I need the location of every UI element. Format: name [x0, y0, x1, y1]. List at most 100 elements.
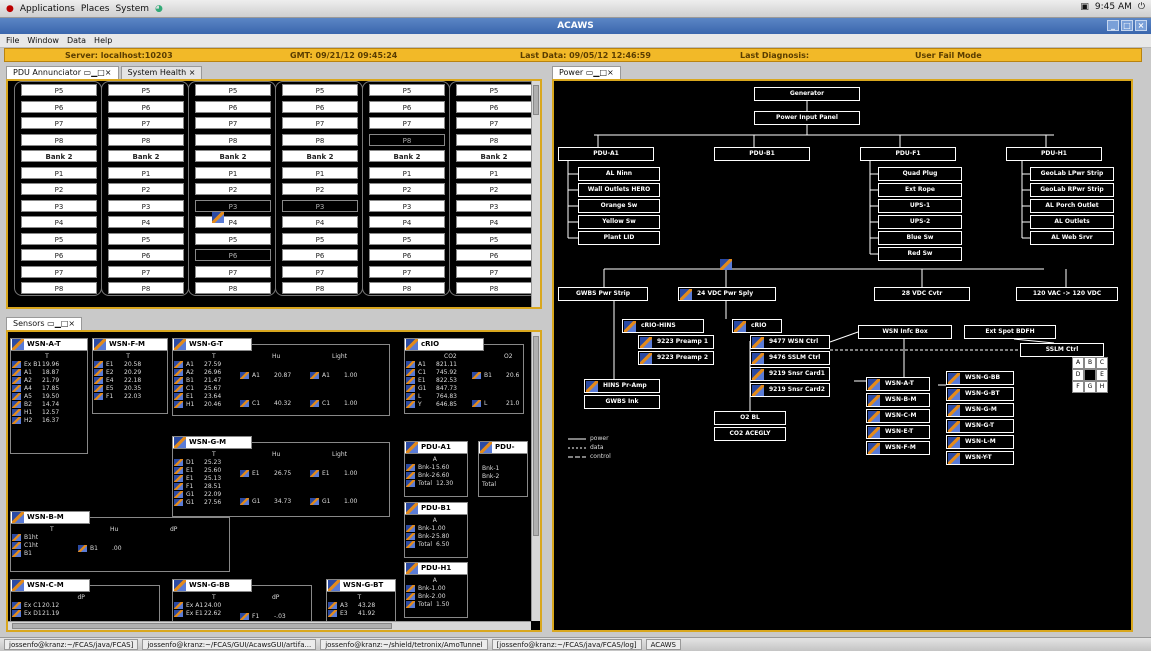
pdu-outlet-cell[interactable]: P8	[21, 133, 97, 146]
grid-cell[interactable]: H	[1096, 381, 1108, 393]
pdu-node-2[interactable]: PDU-F1	[860, 147, 956, 161]
load-node[interactable]: AL Web Srvr	[1030, 231, 1114, 245]
pdu-outlet-cell[interactable]: Bank 2	[108, 150, 184, 162]
pdu-outlet-cell[interactable]: P6	[456, 100, 532, 113]
pdu-outlet-cell[interactable]: P6	[108, 100, 184, 113]
gwbs-pwr-strip-node[interactable]: GWBS Pwr Strip	[558, 287, 648, 301]
pdu-outlet-cell[interactable]: P7	[21, 117, 97, 129]
ext-spot-node[interactable]: Ext Spot BDFH	[964, 325, 1056, 339]
maximize-button[interactable]: □	[1121, 20, 1133, 31]
load-node[interactable]: Yellow Sw	[578, 215, 660, 229]
task-terminal-1[interactable]: jossenfo@kranz:~/FCAS/java/FCAS]	[4, 639, 139, 650]
pdu-outlet-cell[interactable]: P1	[21, 166, 97, 179]
pdu-outlet-cell[interactable]: P8	[108, 133, 184, 146]
pdu-node-3[interactable]: PDU-H1	[1006, 147, 1102, 161]
pdu-outlet-cell[interactable]: P6	[282, 249, 358, 261]
pdu-outlet-cell[interactable]: P4	[282, 216, 358, 228]
pdu-outlet-cell[interactable]: P7	[108, 117, 184, 129]
clock[interactable]: 9:45 AM	[1095, 2, 1132, 12]
pdu-outlet-cell[interactable]: P5	[456, 232, 532, 245]
pdu-outlet-cell[interactable]: P5	[21, 232, 97, 245]
sslm-ctrl-node[interactable]: SSLM Ctrl	[1020, 343, 1104, 357]
load-node[interactable]: GeoLab LPwr Strip	[1030, 167, 1114, 181]
pdu-outlet-cell[interactable]: P8	[369, 133, 445, 146]
pdu-outlet-cell[interactable]: P3	[21, 199, 97, 212]
places-menu[interactable]: Places	[81, 4, 110, 14]
pdu-outlet-cell[interactable]: P7	[282, 265, 358, 278]
pdu-outlet-cell[interactable]: P6	[456, 249, 532, 261]
pdu-outlet-cell[interactable]: P2	[195, 183, 271, 195]
load-node[interactable]: GeoLab RPwr Strip	[1030, 183, 1114, 197]
pdu-outlet-cell[interactable]: P7	[456, 265, 532, 278]
menu-data[interactable]: Data	[67, 36, 86, 45]
load-node[interactable]: AL Outlets	[1030, 215, 1114, 229]
pdu-outlet-cell[interactable]: P1	[456, 166, 532, 179]
pdu-outlet-cell[interactable]: P7	[369, 265, 445, 278]
task-terminal-3[interactable]: jossenfo@kranz:~/shield/tetronix/AmoTunn…	[320, 639, 488, 650]
pdu-outlet-cell[interactable]: P7	[282, 117, 358, 129]
pdu-outlet-cell[interactable]: P4	[369, 216, 445, 228]
pdu-outlet-cell[interactable]: P6	[195, 100, 271, 113]
tab-sensors[interactable]: Sensors ▭▁□×	[6, 317, 83, 330]
pdu-outlet-cell[interactable]: P8	[21, 282, 97, 294]
load-node[interactable]: Plant LID	[578, 231, 660, 245]
wsn-infc-box-node[interactable]: WSN Infc Box	[858, 325, 952, 339]
pdu-outlet-cell[interactable]: P5	[108, 84, 184, 96]
pdu-outlet-cell[interactable]: P3	[195, 199, 271, 212]
sensors-vscroll[interactable]	[531, 332, 540, 621]
pdu-outlet-cell[interactable]: Bank 2	[369, 150, 445, 162]
pdu-outlet-cell[interactable]: P1	[108, 166, 184, 179]
grid-cell[interactable]: F	[1072, 381, 1084, 393]
launcher-icon[interactable]: ◕	[155, 4, 163, 14]
load-node[interactable]: UPS-2	[878, 215, 962, 229]
pdu-outlet-cell[interactable]: P1	[369, 166, 445, 179]
load-node[interactable]: Quad Plug	[878, 167, 962, 181]
pdu-outlet-cell[interactable]: P2	[456, 183, 532, 195]
pdu-outlet-cell[interactable]: P8	[369, 282, 445, 294]
vdc24-node[interactable]: 24 VDC Pwr Sply	[678, 287, 776, 301]
menu-file[interactable]: File	[6, 36, 19, 45]
grid-cell[interactable]: A	[1072, 357, 1084, 369]
pdu-outlet-cell[interactable]: P6	[21, 100, 97, 113]
task-terminal-2[interactable]: jossenfo@kranz:~/FCAS/GUI/AcawsGUI/artif…	[142, 639, 317, 650]
pdu-outlet-cell[interactable]: P8	[282, 282, 358, 294]
pdu-outlet-cell[interactable]: P7	[369, 117, 445, 129]
generator-node[interactable]: Generator	[754, 87, 860, 101]
minimize-button[interactable]: _	[1107, 20, 1119, 31]
load-node[interactable]: Orange Sw	[578, 199, 660, 213]
pdu-outlet-cell[interactable]: P5	[456, 84, 532, 96]
power-alert-icon[interactable]	[720, 259, 732, 270]
task-terminal-4[interactable]: [jossenfo@kranz:~/FCAS/java/FCAS/log]	[491, 639, 642, 650]
pdu-outlet-cell[interactable]: P6	[369, 100, 445, 113]
pdu-outlet-cell[interactable]: P4	[456, 216, 532, 228]
pdu-outlet-cell[interactable]: P5	[369, 232, 445, 245]
vdc28-node[interactable]: 28 VDC Cvtr	[874, 287, 970, 301]
vac120-node[interactable]: 120 VAC -> 120 VDC	[1016, 287, 1118, 301]
menu-help[interactable]: Help	[94, 36, 112, 45]
grid-cell[interactable]: C	[1096, 357, 1108, 369]
applications-menu[interactable]: Applications	[20, 4, 75, 14]
gwbs-ink-node[interactable]: GWBS Ink	[584, 395, 660, 409]
load-node[interactable]: UPS-1	[878, 199, 962, 213]
pdu-outlet-cell[interactable]: P8	[282, 133, 358, 146]
pdu-outlet-cell[interactable]: P6	[195, 249, 271, 261]
pdu-outlet-cell[interactable]: P7	[108, 265, 184, 278]
pdu-outlet-cell[interactable]: P5	[369, 84, 445, 96]
load-node[interactable]: Red Sw	[878, 247, 962, 261]
pdu-outlet-cell[interactable]: P5	[282, 84, 358, 96]
close-button[interactable]: ×	[1135, 20, 1147, 31]
pdu-node-1[interactable]: PDU-B1	[714, 147, 810, 161]
pdu-outlet-cell[interactable]: P2	[108, 183, 184, 195]
pdu-outlet-cell[interactable]: Bank 2	[21, 150, 97, 162]
pdu-outlet-cell[interactable]: P8	[108, 282, 184, 294]
task-acaws[interactable]: ACAWS	[645, 639, 681, 650]
pdu-outlet-cell[interactable]: P5	[282, 232, 358, 245]
pdu-outlet-cell[interactable]: P6	[21, 249, 97, 261]
pdu-outlet-cell[interactable]: P1	[282, 166, 358, 179]
pdu-outlet-cell[interactable]: P7	[195, 117, 271, 129]
load-node[interactable]: AL Ninn	[578, 167, 660, 181]
grid-cell[interactable]: B	[1084, 357, 1096, 369]
pdu-outlet-cell[interactable]: P5	[195, 84, 271, 96]
pdu-outlet-cell[interactable]: P8	[456, 282, 532, 294]
pdu-outlet-cell[interactable]: P7	[195, 265, 271, 278]
